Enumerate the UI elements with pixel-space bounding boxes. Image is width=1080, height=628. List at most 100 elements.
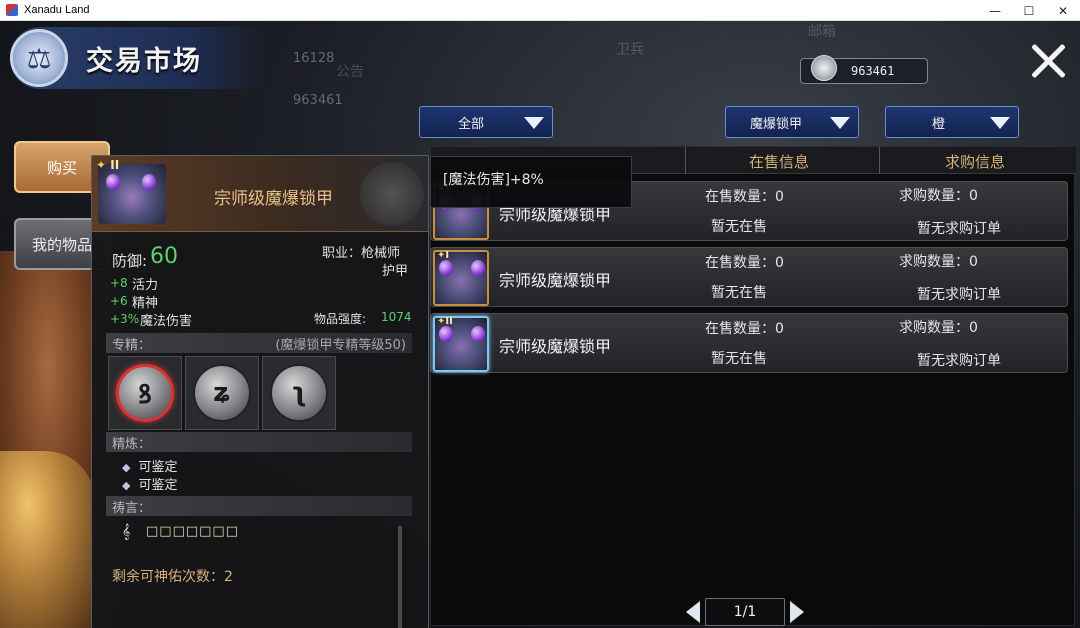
item-type-dropdown-value: 魔爆锁甲 <box>750 116 803 132</box>
sell-status: 暂无在售 <box>711 285 767 301</box>
currency-display: 963461 <box>800 55 928 84</box>
app-icon <box>6 4 18 16</box>
section-label: 精炼： <box>112 437 152 452</box>
gem-icon <box>471 260 485 276</box>
refine-item: ◆ 可鉴定 <box>122 478 178 493</box>
chevron-down-icon <box>524 117 544 129</box>
blessings-remaining: 剩余可神佑次数：2 <box>112 569 233 585</box>
scales-icon: ⚖ <box>10 29 68 87</box>
silver-coin-icon <box>811 55 837 81</box>
stat-name: 精神 <box>132 296 159 311</box>
chainmail-armor-icon <box>98 164 166 224</box>
maximize-button[interactable]: ☐ <box>1012 0 1046 21</box>
rune-icon: ʅ <box>270 364 328 422</box>
chevron-down-icon <box>990 117 1010 129</box>
stat-hover-tooltip: [魔法伤害]+8% <box>430 156 632 208</box>
item-title: 宗师级魔爆锁甲 <box>214 189 333 209</box>
defense-value: 60 <box>150 244 178 269</box>
minimize-button[interactable]: — <box>978 0 1012 21</box>
defense-label: 防御: <box>112 252 148 270</box>
treble-clef-icon: 𝄞 <box>122 524 131 540</box>
stat-value: +8 <box>110 276 128 290</box>
section-label: 专精： <box>112 338 152 353</box>
prayer-section: 祷言： <box>106 496 412 516</box>
prev-page-arrow-icon[interactable] <box>686 601 700 623</box>
sell-status: 暂无在售 <box>711 351 767 367</box>
market-header: ⚖ 交易市场 <box>10 27 265 89</box>
tier-badge: ✦I <box>437 250 450 261</box>
job-requirement: 职业：枪械师 <box>322 246 401 261</box>
prayer-slots: □□□□□□□ <box>146 524 239 539</box>
column-divider <box>685 147 686 174</box>
item-strength-value: 1074 <box>381 310 412 324</box>
item-name: 宗师级魔爆锁甲 <box>499 337 612 356</box>
armor-type: 护甲 <box>382 264 409 279</box>
stat-name: 魔法伤害 <box>140 314 193 329</box>
gem-icon <box>142 174 156 190</box>
item-detail-card: ✦ II 宗师级魔爆锁甲 防御: 60 职业：枪械师 护甲 +8 活力 +6 精… <box>91 155 429 628</box>
gem-icon <box>471 326 485 342</box>
character-portrait-2 <box>0 451 95 628</box>
rune-slot[interactable]: ʑ <box>185 356 259 430</box>
gem-icon <box>106 174 120 190</box>
page-title: 交易市场 <box>86 45 202 77</box>
sell-status: 暂无在售 <box>711 219 767 235</box>
column-header-selling: 在售信息 <box>749 153 810 171</box>
buy-status: 暂无求购订单 <box>917 287 1001 303</box>
category-dropdown-value: 全部 <box>458 116 485 132</box>
spec-level-note: (魔爆锁甲专精等级50) <box>275 338 406 353</box>
currency-value: 963461 <box>851 64 895 78</box>
refine-item: ◆ 可鉴定 <box>122 460 178 475</box>
category-dropdown[interactable]: 全部 <box>419 106 553 138</box>
sell-count: 在售数量：0 <box>705 189 784 205</box>
window-titlebar: Xanadu Land — ☐ ✕ <box>0 0 1080 21</box>
close-market-button[interactable] <box>1028 41 1068 81</box>
gem-icon <box>439 260 453 276</box>
stat-value: +6 <box>110 294 128 308</box>
item-strength-label: 物品强度: <box>314 312 367 326</box>
buy-status: 暂无求购订单 <box>917 353 1001 369</box>
diamond-icon: ◆ <box>122 461 131 474</box>
rune-slot[interactable]: ꝸ <box>108 356 182 430</box>
specialization-section: 专精： (魔爆锁甲专精等级50) <box>106 333 412 353</box>
window-title: Xanadu Land <box>24 4 90 16</box>
background-number: 963461 <box>293 93 343 108</box>
window-close-button[interactable]: ✕ <box>1046 0 1080 21</box>
item-type-dropdown[interactable]: 魔爆锁甲 <box>725 106 859 138</box>
background-label: 卫兵 <box>616 42 644 58</box>
item-name: 宗师级魔爆锁甲 <box>499 271 612 290</box>
quality-dropdown[interactable]: 橙 <box>885 106 1019 138</box>
page-indicator: 1/1 <box>705 598 785 626</box>
rune-icon: ʑ <box>193 364 251 422</box>
chainmail-armor-icon: ✦I <box>433 250 489 306</box>
column-divider <box>879 147 880 174</box>
game-viewport: 16128 963461 卫兵 邮箱 公告 ⚖ 交易市场 963461 购买 我… <box>0 21 1080 628</box>
diamond-icon: ◆ <box>122 479 131 492</box>
background-label: 邮箱 <box>808 24 836 40</box>
buy-count: 求购数量：0 <box>899 320 978 336</box>
sell-count: 在售数量：0 <box>705 321 784 337</box>
background-label: 公告 <box>336 64 364 80</box>
chevron-down-icon <box>830 117 850 129</box>
stat-value: +3% <box>110 312 140 326</box>
section-label: 祷言： <box>112 501 152 516</box>
list-item-selected[interactable]: ✦II 宗师级魔爆锁甲 在售数量：0 暂无在售 求购数量：0 暂无求购订单 <box>430 313 1068 373</box>
chainmail-armor-icon: ✦II <box>433 316 489 372</box>
refine-section: 精炼： <box>106 432 412 452</box>
card-header: ✦ II 宗师级魔爆锁甲 <box>92 156 428 232</box>
next-page-arrow-icon[interactable] <box>790 601 804 623</box>
background-number: 16128 <box>293 51 335 66</box>
list-item[interactable]: ✦I 宗师级魔爆锁甲 在售数量：0 暂无在售 求购数量：0 暂无求购订单 <box>430 247 1068 307</box>
armor-silhouette-icon <box>360 162 424 226</box>
tier-badge: ✦II <box>437 316 453 327</box>
card-scrollbar[interactable] <box>398 526 402 628</box>
sell-count: 在售数量：0 <box>705 255 784 271</box>
quality-dropdown-value: 橙 <box>932 116 946 132</box>
gem-icon <box>439 326 453 342</box>
buy-status: 暂无求购订单 <box>917 221 1001 237</box>
buy-count: 求购数量：0 <box>899 188 978 204</box>
buy-count: 求购数量：0 <box>899 254 978 270</box>
stat-name: 活力 <box>132 278 159 293</box>
tier-badge: ✦ II <box>96 158 120 172</box>
rune-slot[interactable]: ʅ <box>262 356 336 430</box>
